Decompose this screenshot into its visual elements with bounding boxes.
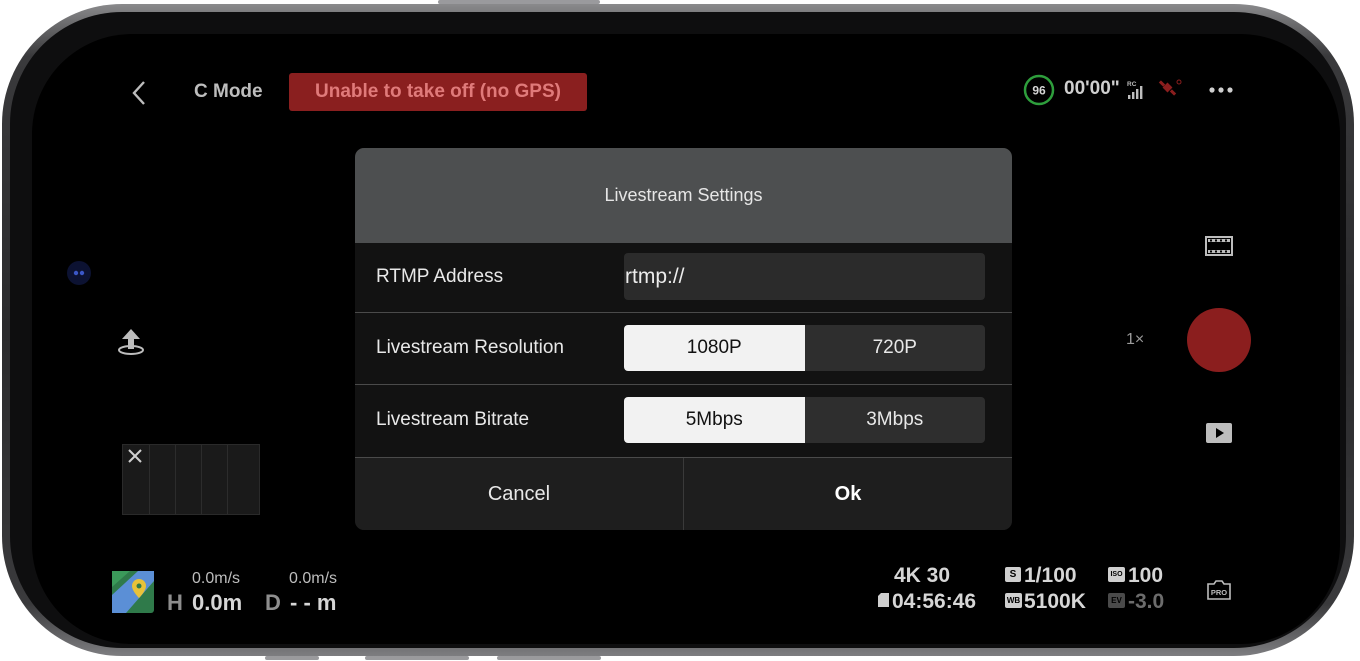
white-balance[interactable]: 5100K xyxy=(1024,590,1086,614)
white-balance-badge: WB xyxy=(1005,593,1022,608)
pro-mode-icon[interactable]: PRO xyxy=(1205,579,1233,601)
height-value: 0.0m xyxy=(192,590,243,615)
bitrate-segmented-control: 5Mbps 3Mbps xyxy=(624,397,985,443)
side-button-bottom-3 xyxy=(497,656,601,660)
close-minimap-icon[interactable] xyxy=(126,447,144,465)
bitrate-row: Livestream Bitrate 5Mbps 3Mbps xyxy=(355,385,1012,458)
battery-percentage: 96 xyxy=(1032,84,1046,98)
horizontal-speed: 0.0m/s xyxy=(192,570,241,587)
rtmp-address-input[interactable] xyxy=(624,253,985,300)
zoom-level[interactable]: 1× xyxy=(1126,331,1144,349)
playback-icon[interactable] xyxy=(1205,422,1233,444)
resolution-label: Livestream Resolution xyxy=(376,337,564,358)
vertical-speed: 0.0m/s xyxy=(289,570,338,587)
battery-icon[interactable]: 96 xyxy=(1023,74,1055,106)
rtmp-address-row: RTMP Address xyxy=(355,243,1012,313)
distance-value: - - m xyxy=(290,590,337,615)
phone-bezel: C Mode Unable to take off (no GPS) 96 00… xyxy=(10,12,1346,648)
sd-card-icon xyxy=(878,593,889,607)
takeoff-icon[interactable] xyxy=(116,326,146,356)
map-icon[interactable] xyxy=(112,571,154,613)
resolution-segmented-control: 1080P 720P xyxy=(624,325,985,371)
takeoff-warning-badge[interactable]: Unable to take off (no GPS) xyxy=(289,73,587,111)
ev-badge: EV xyxy=(1108,593,1125,608)
flight-time: 00'00" xyxy=(1064,78,1120,99)
pro-mode-label: PRO xyxy=(1211,588,1227,597)
back-icon[interactable] xyxy=(128,79,152,107)
side-button-bottom-1 xyxy=(265,656,319,660)
side-button-bottom-2 xyxy=(365,656,469,660)
iso-value[interactable]: 100 xyxy=(1128,564,1163,588)
video-resolution[interactable]: 4K 30 xyxy=(894,564,950,588)
resolution-option-1080p[interactable]: 1080P xyxy=(624,325,805,371)
more-options-icon[interactable] xyxy=(1208,84,1234,96)
bitrate-option-5mbps[interactable]: 5Mbps xyxy=(624,397,805,443)
flight-mode-label[interactable]: C Mode xyxy=(194,81,263,103)
resolution-row: Livestream Resolution 1080P 720P xyxy=(355,313,1012,385)
video-mode-icon[interactable] xyxy=(1205,235,1233,257)
cancel-button[interactable]: Cancel xyxy=(355,458,683,530)
ok-button[interactable]: Ok xyxy=(683,458,1012,530)
shutter-badge: S xyxy=(1005,567,1021,582)
exposure-value[interactable]: -3.0 xyxy=(1128,590,1164,614)
bitrate-label: Livestream Bitrate xyxy=(376,409,530,430)
record-button[interactable] xyxy=(1187,308,1251,372)
remaining-record-time: 04:56:46 xyxy=(892,590,977,613)
rtmp-address-label: RTMP Address xyxy=(376,266,504,287)
gps-satellite-icon[interactable] xyxy=(1157,78,1183,100)
vision-sensor-icon[interactable] xyxy=(66,260,92,286)
livestream-settings-dialog: Livestream Settings RTMP Address Livestr… xyxy=(355,148,1012,530)
dialog-title: Livestream Settings xyxy=(355,148,1012,243)
resolution-option-720p[interactable]: 720P xyxy=(804,325,985,371)
rc-signal-label: RC xyxy=(1127,81,1137,88)
dialog-footer: Cancel Ok xyxy=(355,458,1012,530)
rc-signal-icon[interactable]: RC xyxy=(1126,79,1152,101)
bitrate-option-3mbps[interactable]: 3Mbps xyxy=(804,397,985,443)
iso-badge: ISO xyxy=(1108,567,1125,582)
phone-frame: C Mode Unable to take off (no GPS) 96 00… xyxy=(2,4,1354,656)
camera-view: C Mode Unable to take off (no GPS) 96 00… xyxy=(32,34,1340,644)
shutter-speed[interactable]: 1/100 xyxy=(1024,564,1077,588)
height-label: H xyxy=(167,590,183,615)
distance-label: D xyxy=(265,590,281,615)
